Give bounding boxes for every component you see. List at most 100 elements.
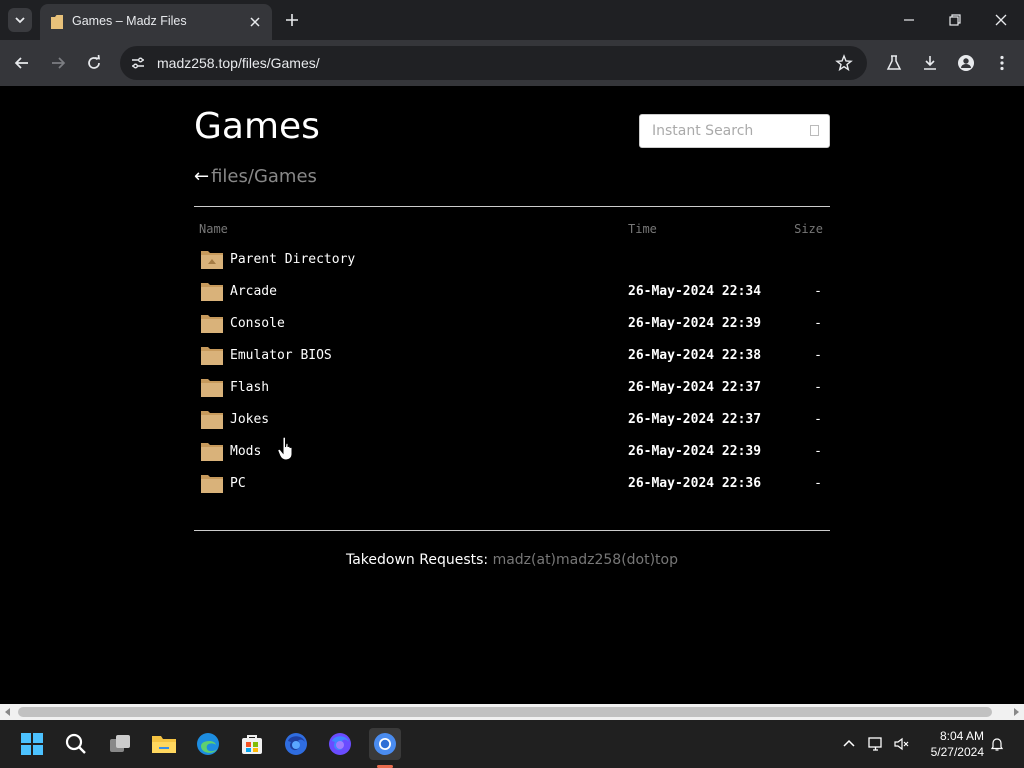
url-text: madz258.top/files/Games/ xyxy=(157,55,320,71)
chrome-icon xyxy=(374,733,396,755)
column-header-time[interactable]: Time xyxy=(628,222,657,236)
folder-icon xyxy=(201,347,223,365)
browser-tab[interactable]: Games – Madz Files xyxy=(40,4,272,40)
clock-time: 8:04 AM xyxy=(939,729,984,743)
forward-icon[interactable] xyxy=(49,54,67,72)
entry-name[interactable]: Arcade xyxy=(230,284,277,299)
firefox-dev-icon xyxy=(329,733,351,755)
store-icon xyxy=(242,735,262,754)
entry-size: - xyxy=(814,348,822,363)
reload-icon[interactable] xyxy=(85,54,103,72)
task-view-icon xyxy=(110,735,130,752)
entry-size: - xyxy=(814,380,822,395)
more-menu-icon[interactable] xyxy=(993,54,1011,72)
search-icon xyxy=(810,125,819,136)
folder-icon xyxy=(201,411,223,429)
firefox-dev-button[interactable] xyxy=(324,728,356,760)
directory-row[interactable]: Arcade 26-May-2024 22:34 - xyxy=(196,276,828,308)
profile-avatar-icon[interactable] xyxy=(957,54,975,72)
folder-icon xyxy=(201,443,223,461)
minimize-icon[interactable] xyxy=(901,12,917,28)
site-settings-icon[interactable] xyxy=(130,55,146,71)
scroll-right-icon[interactable] xyxy=(1014,708,1019,716)
entry-name[interactable]: Jokes xyxy=(230,412,269,427)
footer-label: Takedown Requests: xyxy=(345,552,489,568)
hand-cursor-icon xyxy=(277,436,293,461)
chevron-down-icon xyxy=(15,17,25,24)
volume-muted-icon[interactable] xyxy=(893,736,909,752)
tab-search-button[interactable] xyxy=(8,8,32,32)
page-content: Games ←files/Games Name Time Size Parent… xyxy=(0,86,1024,704)
entry-time: 26-May-2024 22:39 xyxy=(628,444,762,459)
entry-name[interactable]: Mods xyxy=(230,444,261,459)
entry-name[interactable]: Emulator BIOS xyxy=(230,348,332,363)
browser-toolbar: madz258.top/files/Games/ xyxy=(0,40,1024,86)
chrome-button[interactable] xyxy=(369,728,401,760)
network-icon[interactable] xyxy=(868,736,884,752)
breadcrumb-path[interactable]: files/Games xyxy=(211,166,317,187)
directory-row[interactable]: PC 26-May-2024 22:36 - xyxy=(196,468,828,500)
footer: Takedown Requests: madz(at)madz258(dot)t… xyxy=(0,552,1024,568)
entry-size: - xyxy=(814,316,822,331)
entry-size: - xyxy=(814,444,822,459)
horizontal-scrollbar[interactable] xyxy=(0,704,1024,720)
parent-directory-row[interactable]: Parent Directory xyxy=(196,244,828,276)
parent-folder-icon xyxy=(201,251,223,269)
edge-button[interactable] xyxy=(192,728,224,760)
restore-icon[interactable] xyxy=(947,12,963,28)
scrollbar-thumb[interactable] xyxy=(18,707,992,717)
entry-name[interactable]: Parent Directory xyxy=(230,252,355,267)
chevron-up-icon[interactable] xyxy=(841,736,857,752)
task-view-button[interactable] xyxy=(104,728,136,760)
labs-flask-icon[interactable] xyxy=(885,54,903,72)
system-clock[interactable]: 8:04 AM 5/27/2024 xyxy=(918,728,984,760)
start-button[interactable] xyxy=(16,728,48,760)
new-tab-icon[interactable] xyxy=(284,12,300,28)
entry-time: 26-May-2024 22:37 xyxy=(628,380,762,395)
page-title: Games xyxy=(194,106,320,147)
directory-row[interactable]: Console 26-May-2024 22:39 - xyxy=(196,308,828,340)
column-header-size[interactable]: Size xyxy=(794,222,823,236)
close-window-icon[interactable] xyxy=(993,12,1009,28)
notification-bell-icon[interactable] xyxy=(989,736,1005,752)
download-icon[interactable] xyxy=(921,54,939,72)
back-icon[interactable] xyxy=(13,54,31,72)
directory-row[interactable]: Flash 26-May-2024 22:37 - xyxy=(196,372,828,404)
directory-row[interactable]: Emulator BIOS 26-May-2024 22:38 - xyxy=(196,340,828,372)
tab-strip: Games – Madz Files xyxy=(0,0,1024,40)
edge-icon xyxy=(197,733,219,755)
divider-top xyxy=(194,206,830,207)
search-input[interactable] xyxy=(640,115,802,147)
back-arrow-icon[interactable]: ← xyxy=(194,166,209,187)
directory-row[interactable]: Jokes 26-May-2024 22:37 - xyxy=(196,404,828,436)
entry-name[interactable]: Console xyxy=(230,316,285,331)
entry-size: - xyxy=(814,284,822,299)
entry-time: 26-May-2024 22:37 xyxy=(628,412,762,427)
takedown-email-link[interactable]: madz(at)madz258(dot)top xyxy=(493,552,678,568)
close-tab-icon[interactable] xyxy=(248,15,262,29)
search-icon xyxy=(65,733,86,754)
store-button[interactable] xyxy=(236,728,268,760)
divider-bottom xyxy=(194,530,830,531)
entry-name[interactable]: Flash xyxy=(230,380,269,395)
file-explorer-button[interactable] xyxy=(148,728,180,760)
entry-size: - xyxy=(814,412,822,427)
entry-name[interactable]: PC xyxy=(230,476,246,491)
breadcrumb[interactable]: ← files/Games xyxy=(194,166,317,187)
bookmark-star-icon[interactable] xyxy=(835,54,853,72)
folder-icon xyxy=(201,475,223,493)
firefox-icon xyxy=(285,733,307,755)
column-header-name[interactable]: Name xyxy=(199,222,228,236)
entry-time: 26-May-2024 22:36 xyxy=(628,476,762,491)
folder-icon xyxy=(201,315,223,333)
taskbar-search-button[interactable] xyxy=(60,728,92,760)
entry-time: 26-May-2024 22:39 xyxy=(628,316,762,331)
scroll-left-icon[interactable] xyxy=(5,708,10,716)
firefox-button[interactable] xyxy=(280,728,312,760)
clock-date: 5/27/2024 xyxy=(930,745,984,759)
file-explorer-icon xyxy=(152,736,176,753)
address-bar[interactable]: madz258.top/files/Games/ xyxy=(120,46,867,80)
entry-time: 26-May-2024 22:34 xyxy=(628,284,762,299)
instant-search-box[interactable] xyxy=(639,114,830,148)
folder-icon xyxy=(201,283,223,301)
